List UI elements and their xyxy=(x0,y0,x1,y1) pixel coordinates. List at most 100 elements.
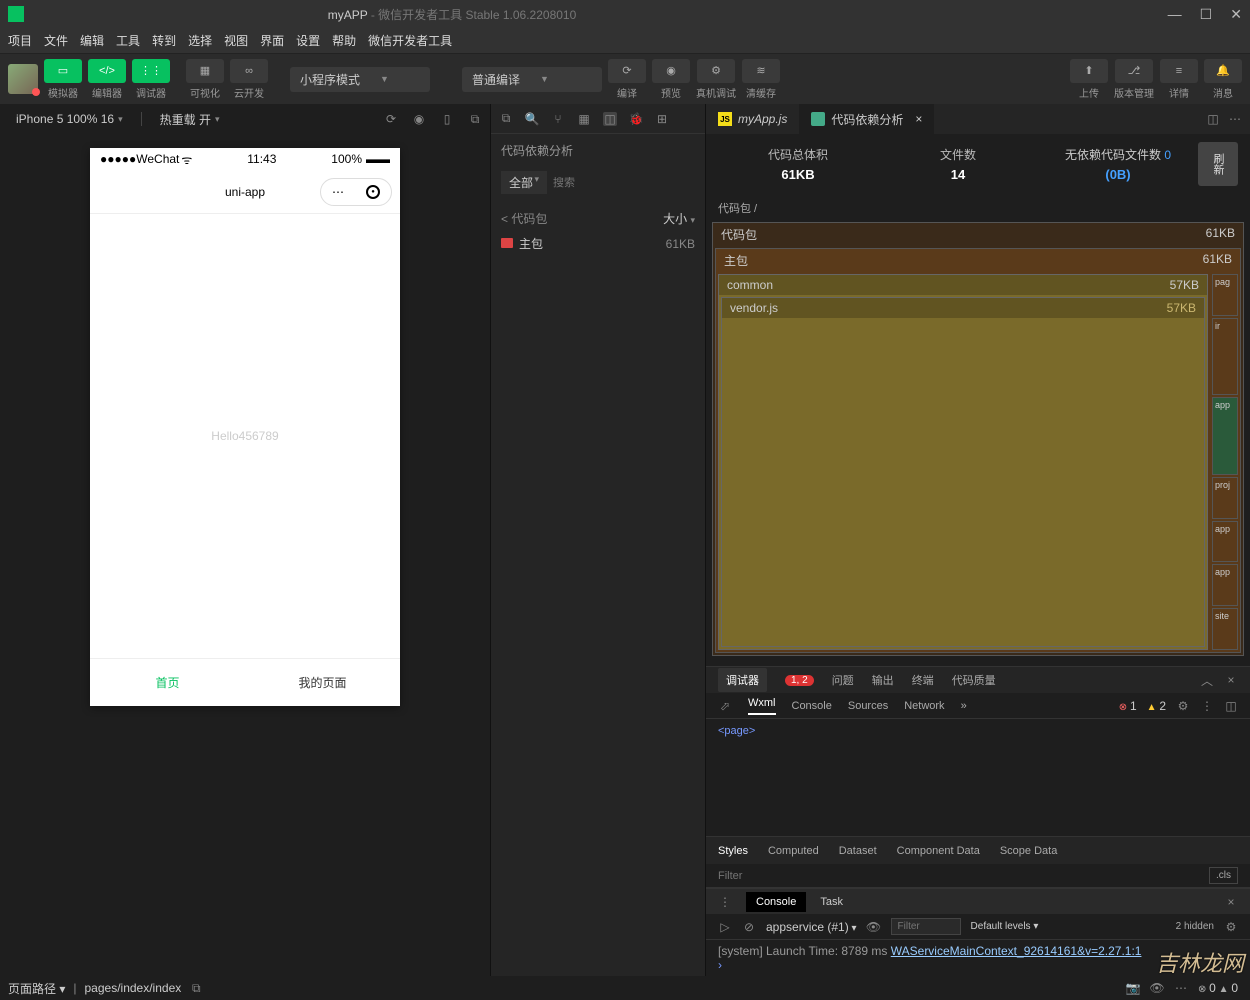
wxml-root[interactable]: <page> xyxy=(706,719,1250,743)
analysis-icon[interactable]: ◫ xyxy=(603,112,617,126)
realdevice-button[interactable]: ⚙ xyxy=(697,59,735,83)
filter-select[interactable]: 全部▾ xyxy=(501,171,547,194)
close-icon[interactable]: ✕ xyxy=(1230,6,1242,23)
page-path[interactable]: pages/index/index xyxy=(77,981,190,995)
tm-chip-app3[interactable]: app xyxy=(1212,564,1238,606)
preview-button[interactable]: ◉ xyxy=(652,59,690,83)
consoletab-task[interactable]: Task xyxy=(820,896,843,908)
console-filter-input[interactable] xyxy=(891,918,961,935)
levels-select[interactable]: Default levels ▾ xyxy=(971,921,1039,932)
styletab-compdata[interactable]: Component Data xyxy=(897,845,980,857)
menu-help[interactable]: 帮助 xyxy=(332,32,356,49)
console-close-icon[interactable]: × xyxy=(1224,895,1238,909)
tm-chip-proj[interactable]: proj xyxy=(1212,477,1238,519)
eye2-icon[interactable]: 👁 xyxy=(1150,981,1164,995)
clear-icon[interactable]: ⊘ xyxy=(742,920,756,934)
devtab-output[interactable]: 输出 xyxy=(872,672,894,688)
hidden-count[interactable]: 2 hidden xyxy=(1176,921,1214,932)
eye-icon[interactable]: 👁 xyxy=(867,920,881,934)
tm-chip-app2[interactable]: app xyxy=(1212,521,1238,563)
devtab-debugger[interactable]: 调试器 xyxy=(718,668,767,692)
subtab-more[interactable]: » xyxy=(961,700,967,712)
menu-edit[interactable]: 编辑 xyxy=(80,32,104,49)
device-select[interactable]: iPhone 5 100% 16▾ xyxy=(8,112,131,126)
tm-chip-app[interactable]: app xyxy=(1212,397,1238,475)
status-errwarn[interactable]: ⊗ 0 ▲ 0 xyxy=(1198,981,1238,995)
editor-button[interactable]: </> xyxy=(88,59,126,83)
subtab-console[interactable]: Console xyxy=(792,700,832,712)
gear-icon[interactable]: ⚙ xyxy=(1176,699,1190,713)
compile-select[interactable]: 普通编译▼ xyxy=(462,67,602,92)
tab-home[interactable]: 首页 xyxy=(90,659,245,706)
ext-icon[interactable]: ⊞ xyxy=(655,112,669,126)
tab-mine[interactable]: 我的页面 xyxy=(245,659,400,706)
consoletab-console[interactable]: Console xyxy=(746,892,806,912)
debug-icon[interactable]: 🐞 xyxy=(629,112,643,126)
chevron-up-icon[interactable]: ︿ xyxy=(1200,673,1214,687)
devtab-terminal[interactable]: 终端 xyxy=(912,672,934,688)
tm-chip-ir[interactable]: ir xyxy=(1212,318,1238,396)
camera-icon[interactable]: 📷 xyxy=(1126,981,1140,995)
copy-icon[interactable]: ⧉ xyxy=(499,112,513,126)
capsule-button[interactable]: ⋯● xyxy=(320,178,392,206)
version-button[interactable]: ⎇ xyxy=(1115,59,1153,83)
reload-select[interactable]: 热重载 开▾ xyxy=(152,111,228,128)
cls-toggle[interactable]: .cls xyxy=(1209,867,1238,884)
debugger-button[interactable]: ⋮⋮ xyxy=(132,59,170,83)
menu-settings[interactable]: 设置 xyxy=(296,32,320,49)
minimize-icon[interactable]: — xyxy=(1168,6,1182,23)
dock-icon[interactable]: ◫ xyxy=(1224,699,1238,713)
refresh-icon[interactable]: ⟳ xyxy=(384,112,398,126)
copy-path-icon[interactable]: ⧉ xyxy=(189,981,203,995)
message-button[interactable]: 🔔 xyxy=(1204,59,1242,83)
rotate-icon[interactable]: ⧉ xyxy=(468,112,482,126)
menu-select[interactable]: 选择 xyxy=(188,32,212,49)
devtab-quality[interactable]: 代码质量 xyxy=(952,672,996,688)
menu-file[interactable]: 文件 xyxy=(44,32,68,49)
menu-project[interactable]: 项目 xyxy=(8,32,32,49)
tab-close-icon[interactable]: × xyxy=(915,112,922,126)
subtab-wxml[interactable]: Wxml xyxy=(748,697,776,715)
device-icon[interactable]: ▯ xyxy=(440,112,454,126)
styletab-computed[interactable]: Computed xyxy=(768,845,819,857)
styletab-styles[interactable]: Styles xyxy=(718,845,748,857)
play-icon[interactable]: ▷ xyxy=(718,920,732,934)
log-link[interactable]: WAServiceMainContext_92614161&v=2.27.1:1 xyxy=(891,944,1142,958)
tm-chip-site[interactable]: site xyxy=(1212,608,1238,650)
grid-icon[interactable]: ▦ xyxy=(577,112,591,126)
subtab-network[interactable]: Network xyxy=(904,700,944,712)
more2-icon[interactable]: ⋯ xyxy=(1174,981,1188,995)
devtab-issues[interactable]: 问题 xyxy=(832,672,854,688)
context-select[interactable]: appservice (#1) ▾ xyxy=(766,920,857,934)
close-devtools-icon[interactable]: × xyxy=(1224,673,1238,687)
menu-view[interactable]: 视图 xyxy=(224,32,248,49)
tm-common[interactable]: common57KB vendor.js57KB xyxy=(718,274,1208,650)
tm-vendor[interactable]: vendor.js57KB xyxy=(721,297,1205,647)
subtab-sources[interactable]: Sources xyxy=(848,700,888,712)
console-menu-icon[interactable]: ⋮ xyxy=(718,895,732,909)
upload-button[interactable]: ⬆ xyxy=(1070,59,1108,83)
menu-interface[interactable]: 界面 xyxy=(260,32,284,49)
refresh-button[interactable]: 刷新 xyxy=(1198,142,1238,186)
simulator-button[interactable]: ▭ xyxy=(44,59,82,83)
maximize-icon[interactable]: ☐ xyxy=(1200,6,1213,23)
mode-select[interactable]: 小程序模式▼ xyxy=(290,67,430,92)
inspect-icon[interactable]: ⬀ xyxy=(718,699,732,713)
clearcache-button[interactable]: ≋ xyxy=(742,59,780,83)
menu-wechat-devtools[interactable]: 微信开发者工具 xyxy=(368,32,452,49)
tab-analysis[interactable]: 代码依赖分析× xyxy=(799,104,934,134)
branch-icon[interactable]: ⑂ xyxy=(551,112,565,126)
more-icon[interactable]: ⋯ xyxy=(1228,112,1242,126)
warning-count[interactable]: ▲ 2 xyxy=(1147,699,1166,713)
visual-button[interactable]: ▦ xyxy=(186,59,224,83)
search-input[interactable] xyxy=(553,177,695,189)
cloud-button[interactable]: ∞ xyxy=(230,59,268,83)
home-icon[interactable]: ◉ xyxy=(412,112,426,126)
details-button[interactable]: ≡ xyxy=(1160,59,1198,83)
error-count[interactable]: ⊗ 1 xyxy=(1119,699,1137,713)
tab-myappjs[interactable]: JSmyApp.js xyxy=(706,104,799,134)
back-link[interactable]: < 代码包 xyxy=(501,210,547,227)
styles-filter-input[interactable] xyxy=(718,870,1209,882)
compile-button[interactable]: ⟳ xyxy=(608,59,646,83)
main-package-row[interactable]: 主包 61KB xyxy=(491,231,705,256)
